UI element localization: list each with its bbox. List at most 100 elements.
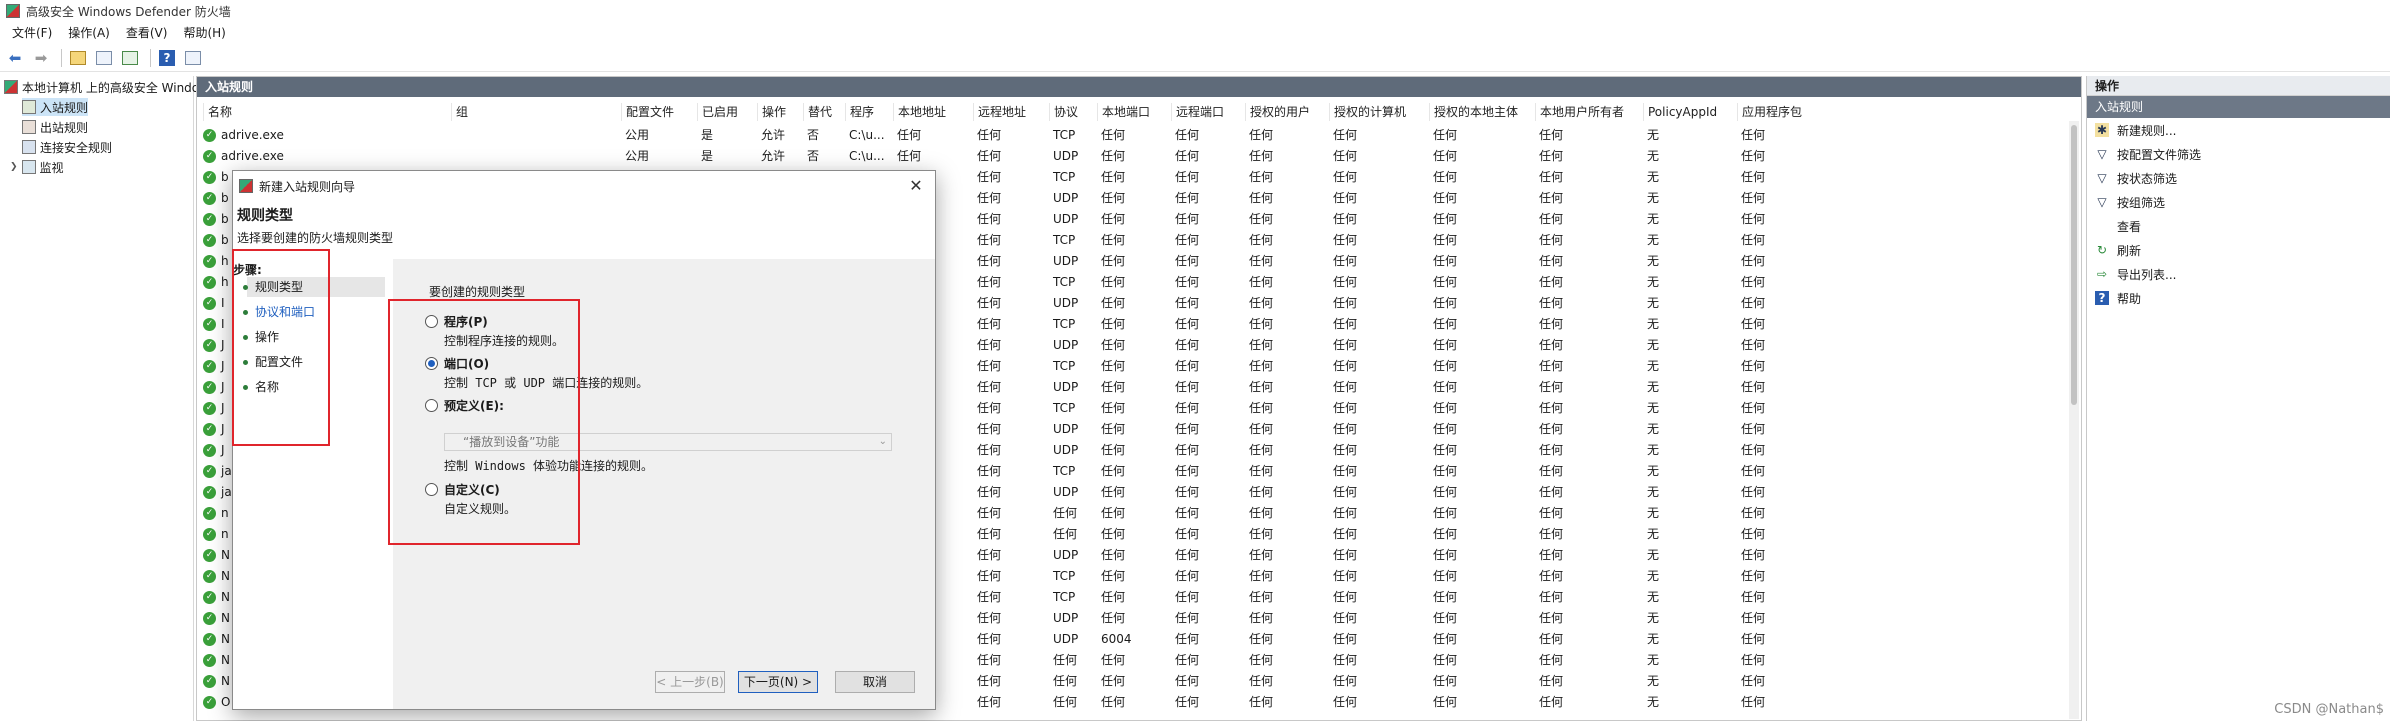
- table-cell: 任何: [1741, 464, 1766, 478]
- menu-file[interactable]: 文件(F): [4, 22, 60, 44]
- menu-action[interactable]: 操作(A): [60, 22, 118, 44]
- column-header[interactable]: 远程端口: [1171, 103, 1224, 121]
- column-header[interactable]: 授权的计算机: [1329, 103, 1406, 121]
- window-title: 高级安全 Windows Defender 防火墙: [26, 4, 231, 19]
- menu-view[interactable]: 查看(V): [118, 22, 176, 44]
- column-header[interactable]: 授权的本地主体: [1429, 103, 1518, 121]
- column-header[interactable]: 本地用户所有者: [1535, 103, 1624, 121]
- up-folder-icon[interactable]: [67, 47, 89, 69]
- table-cell: 任何: [1433, 212, 1458, 226]
- scrollbar-thumb[interactable]: [2071, 125, 2077, 405]
- menu-help[interactable]: 帮助(H): [175, 22, 233, 44]
- table-cell: 任何: [1539, 128, 1564, 142]
- action-help[interactable]: ? 帮助: [2087, 286, 2390, 310]
- export-icon[interactable]: [119, 47, 141, 69]
- action-refresh[interactable]: ↻ 刷新: [2087, 238, 2390, 262]
- enabled-check-icon: ✓: [203, 696, 216, 709]
- column-header[interactable]: 替代: [803, 103, 832, 121]
- column-header[interactable]: 配置文件: [621, 103, 674, 121]
- table-cell: 任何: [1333, 254, 1358, 268]
- next-button[interactable]: 下一页(N) >: [738, 671, 818, 693]
- table-cell: 任何: [977, 464, 1002, 478]
- table-cell: 任何: [1539, 191, 1564, 205]
- table-cell: J: [221, 338, 225, 352]
- table-cell: 任何: [1433, 317, 1458, 331]
- tree-item-connection-security[interactable]: 连接安全规则: [22, 138, 112, 156]
- table-cell: 任何: [1101, 506, 1126, 520]
- back-arrow-icon[interactable]: ⬅: [4, 47, 26, 69]
- column-header[interactable]: 组: [451, 103, 468, 121]
- table-cell: 任何: [1175, 653, 1200, 667]
- action-new-rule[interactable]: ✱ 新建规则...: [2087, 118, 2390, 142]
- properties-icon[interactable]: [182, 47, 204, 69]
- table-cell: UDP: [1053, 485, 1079, 499]
- action-filter-group[interactable]: ▽ 按组筛选: [2087, 190, 2390, 214]
- table-cell: TCP: [1053, 590, 1076, 604]
- show-pane-icon[interactable]: [93, 47, 115, 69]
- tree-item-monitoring[interactable]: ❯ 监视: [10, 158, 64, 176]
- column-header[interactable]: 授权的用户: [1245, 103, 1310, 121]
- table-cell: 否: [807, 149, 820, 163]
- table-cell: 6004: [1101, 632, 1132, 646]
- column-header[interactable]: 本地地址: [893, 103, 946, 121]
- column-header[interactable]: 程序: [845, 103, 874, 121]
- table-cell: 任何: [1539, 170, 1564, 184]
- table-cell: 任何: [1333, 590, 1358, 604]
- table-cell: 任何: [1741, 317, 1766, 331]
- actions-subheader[interactable]: 入站规则: [2087, 96, 2390, 118]
- table-cell: 任何: [1433, 443, 1458, 457]
- table-cell: 任何: [977, 569, 1002, 583]
- tree-item-inbound-rules[interactable]: 入站规则: [22, 98, 89, 116]
- table-cell: 任何: [1101, 233, 1126, 247]
- wizard-heading: 规则类型: [237, 208, 293, 224]
- column-header[interactable]: 名称: [203, 103, 232, 121]
- column-header[interactable]: 已启用: [697, 103, 738, 121]
- action-filter-state[interactable]: ▽ 按状态筛选: [2087, 166, 2390, 190]
- action-export-list[interactable]: ⇨ 导出列表...: [2087, 262, 2390, 286]
- action-view[interactable]: 查看: [2087, 214, 2390, 238]
- table-cell: 任何: [1249, 485, 1274, 499]
- vertical-scrollbar[interactable]: [2069, 121, 2079, 719]
- column-header[interactable]: 协议: [1049, 103, 1078, 121]
- column-header[interactable]: PolicyAppId: [1643, 103, 1717, 121]
- tree-root-label: 本地计算机 上的高级安全 Windo: [22, 80, 200, 95]
- table-cell: 任何: [1333, 485, 1358, 499]
- table-cell: 任何: [1249, 674, 1274, 688]
- column-header[interactable]: 操作: [757, 103, 786, 121]
- table-cell: 任何: [1101, 170, 1126, 184]
- table-cell: h: [221, 275, 229, 289]
- table-cell: 任何: [1333, 191, 1358, 205]
- table-row[interactable]: ✓ adrive.exe 公用 是 允许 否 C:\u... 任何 任何 UDP 任何 任何 任何 任何 任…: [197, 146, 2067, 167]
- tree-root[interactable]: 本地计算机 上的高级安全 Windo: [4, 78, 199, 96]
- close-icon[interactable]: ✕: [905, 175, 927, 197]
- tree-item-label: 连接安全规则: [40, 140, 113, 155]
- table-cell: 无: [1647, 674, 1660, 688]
- table-cell: 允许: [761, 149, 786, 163]
- table-cell: 任何: [1175, 149, 1200, 163]
- table-cell: 任何: [1101, 674, 1126, 688]
- table-cell: n: [221, 527, 229, 541]
- toolbar-separator: [150, 48, 151, 67]
- table-cell: UDP: [1053, 422, 1079, 436]
- table-cell: I: [221, 317, 225, 331]
- forward-arrow-icon[interactable]: ➡: [30, 47, 52, 69]
- tree-item-outbound-rules[interactable]: 出站规则: [22, 118, 88, 136]
- help-icon[interactable]: ?: [156, 47, 178, 69]
- column-header[interactable]: 本地端口: [1097, 103, 1150, 121]
- table-cell: 无: [1647, 149, 1660, 163]
- monitor-icon: [21, 160, 36, 174]
- table-cell: 任何: [1101, 149, 1126, 163]
- cancel-button[interactable]: 取消: [835, 671, 915, 693]
- table-cell: 任何: [1101, 254, 1126, 268]
- back-button[interactable]: < 上一步(B): [655, 671, 725, 693]
- table-cell: 无: [1647, 695, 1660, 709]
- column-header[interactable]: 应用程序包: [1737, 103, 1802, 121]
- table-row[interactable]: ✓ adrive.exe 公用 是 允许 否 C:\u... 任何 任何 TCP 任何 任何 任何 任何 任…: [197, 125, 2067, 146]
- table-cell: 任何: [1333, 317, 1358, 331]
- table-cell: adrive.exe: [221, 128, 284, 142]
- table-cell: J: [221, 380, 225, 394]
- column-header[interactable]: 远程地址: [973, 103, 1026, 121]
- enabled-check-icon: ✓: [203, 591, 216, 604]
- expand-chevron-icon[interactable]: ❯: [10, 162, 18, 172]
- action-filter-profile[interactable]: ▽ 按配置文件筛选: [2087, 142, 2390, 166]
